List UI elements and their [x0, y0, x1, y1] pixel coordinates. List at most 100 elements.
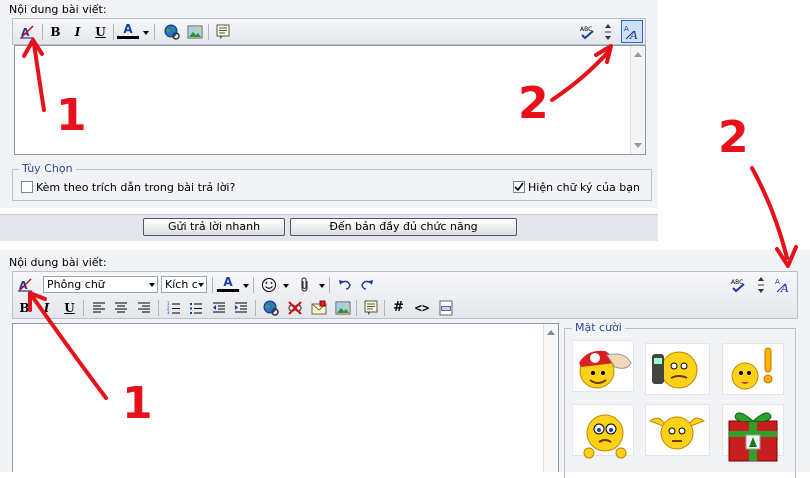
image-icon: [335, 301, 350, 314]
full-editor-button[interactable]: Đến bản đầy đủ chức năng: [290, 218, 517, 236]
underline-button[interactable]: U: [60, 298, 79, 317]
spellcheck-icon: ABC: [580, 26, 594, 39]
smiley-phone[interactable]: [645, 343, 710, 395]
switch-mode-button[interactable]: AA: [773, 275, 793, 294]
editor-scrollbar[interactable]: [543, 324, 558, 472]
php-button[interactable]: [436, 298, 455, 317]
align-right-button[interactable]: [134, 298, 153, 317]
attach-icon: [300, 276, 308, 292]
chevron-down-icon[interactable]: [283, 284, 289, 288]
toolbar-separator: [356, 300, 357, 316]
globe-link-icon: [164, 24, 180, 40]
chevron-down-icon[interactable]: [143, 31, 149, 35]
smiley-winged[interactable]: [645, 404, 710, 456]
switch-mode-button[interactable]: AA: [621, 20, 643, 43]
italic-button[interactable]: I: [37, 298, 56, 317]
italic-button[interactable]: I: [68, 22, 87, 41]
remove-format-button[interactable]: A: [17, 22, 36, 41]
quote-option-label: Kèm theo trích dẫn trong bài trả lời?: [36, 181, 236, 194]
toolbar-separator: [384, 300, 385, 316]
quote-checkbox[interactable]: [21, 181, 33, 193]
smiley-worried[interactable]: [572, 404, 634, 459]
scroll-up-icon[interactable]: [547, 330, 555, 335]
full-editor-textarea[interactable]: [12, 323, 559, 472]
smiley-exclaim[interactable]: [722, 343, 784, 395]
editor-scrollbar[interactable]: [630, 46, 645, 154]
annotation-number: 2: [718, 112, 749, 163]
content-label: Nội dung bài viết:: [9, 3, 107, 16]
toolbar-separator: [329, 277, 330, 293]
redo-icon: [360, 279, 373, 290]
quick-reply-button[interactable]: Gửi trả lời nhanh: [143, 218, 285, 236]
insert-link-button[interactable]: [162, 22, 181, 41]
undo-button[interactable]: [335, 275, 354, 294]
bold-button[interactable]: B: [46, 22, 65, 41]
insert-link-button[interactable]: [261, 298, 280, 317]
gift-icon: [728, 412, 778, 462]
ordered-list-button[interactable]: 123: [164, 298, 183, 317]
spellcheck-icon: ABC: [731, 279, 745, 292]
quote-button[interactable]: [361, 298, 380, 317]
php-icon: [439, 300, 452, 315]
bold-button[interactable]: B: [15, 298, 34, 317]
insert-image-button[interactable]: [185, 22, 204, 41]
globe-link-icon: [263, 300, 279, 316]
smiley-icon: [261, 277, 276, 292]
unlink-icon: [287, 300, 302, 315]
content-label: Nội dung bài viết:: [9, 256, 107, 269]
remove-format-icon: A: [17, 277, 32, 292]
spellcheck-button[interactable]: ABC: [578, 22, 597, 41]
size-select[interactable]: Kích c: [161, 276, 207, 293]
toolbar-separator: [255, 300, 256, 316]
quick-reply-textarea[interactable]: [14, 45, 646, 155]
signature-checkbox[interactable]: [513, 181, 525, 193]
image-icon: [187, 25, 202, 38]
underline-button[interactable]: U: [91, 22, 110, 41]
hash-button[interactable]: #: [389, 298, 408, 317]
align-center-button[interactable]: [111, 298, 130, 317]
attach-button[interactable]: [295, 275, 314, 294]
scroll-down-icon[interactable]: [634, 143, 642, 148]
spellcheck-button[interactable]: ABC: [729, 275, 748, 294]
insert-email-button[interactable]: [309, 298, 328, 317]
smiley-cap-icon: [579, 350, 632, 389]
font-select[interactable]: Phông chữ: [43, 276, 158, 293]
switch-mode-icon: AA: [624, 25, 638, 41]
insert-image-button[interactable]: [333, 298, 352, 317]
smiley-gift[interactable]: [722, 404, 784, 462]
redo-button[interactable]: [357, 275, 376, 294]
smiley-button[interactable]: [259, 275, 278, 294]
chevron-down-icon[interactable]: [243, 284, 249, 288]
chevron-down-icon: [149, 283, 155, 287]
undo-icon: [338, 279, 351, 290]
outdent-button[interactable]: [209, 298, 228, 317]
resize-icon: [605, 23, 611, 40]
smiley-phone-icon: [652, 351, 698, 389]
align-left-button[interactable]: [89, 298, 108, 317]
toolbar-separator: [42, 24, 43, 40]
font-color-button[interactable]: A: [217, 274, 239, 292]
resize-icon: [758, 276, 764, 293]
font-color-button[interactable]: A: [117, 21, 139, 39]
toolbar-separator: [253, 277, 254, 293]
toolbar-separator: [158, 300, 159, 316]
resize-editor-button[interactable]: [754, 275, 768, 294]
unlink-button[interactable]: [285, 298, 304, 317]
unordered-list-button[interactable]: [186, 298, 205, 317]
quote-button[interactable]: [213, 22, 232, 41]
smiley-cap-waving[interactable]: [572, 340, 634, 392]
resize-editor-button[interactable]: [601, 22, 615, 41]
smilies-legend: Mặt cười: [572, 321, 625, 334]
scroll-up-icon[interactable]: [634, 52, 642, 57]
indent-button[interactable]: [231, 298, 250, 317]
signature-option-label: Hiện chữ ký của bạn: [528, 181, 640, 194]
code-button[interactable]: <>: [411, 298, 433, 317]
remove-format-button[interactable]: A: [15, 275, 34, 294]
email-icon: [311, 300, 326, 314]
chevron-down-icon[interactable]: [319, 284, 325, 288]
indent-icon: [234, 302, 247, 312]
align-center-icon: [114, 302, 127, 312]
svg-text:A: A: [775, 278, 780, 286]
font-select-value: Phông chữ: [47, 278, 105, 291]
switch-mode-icon: AA: [775, 278, 789, 294]
